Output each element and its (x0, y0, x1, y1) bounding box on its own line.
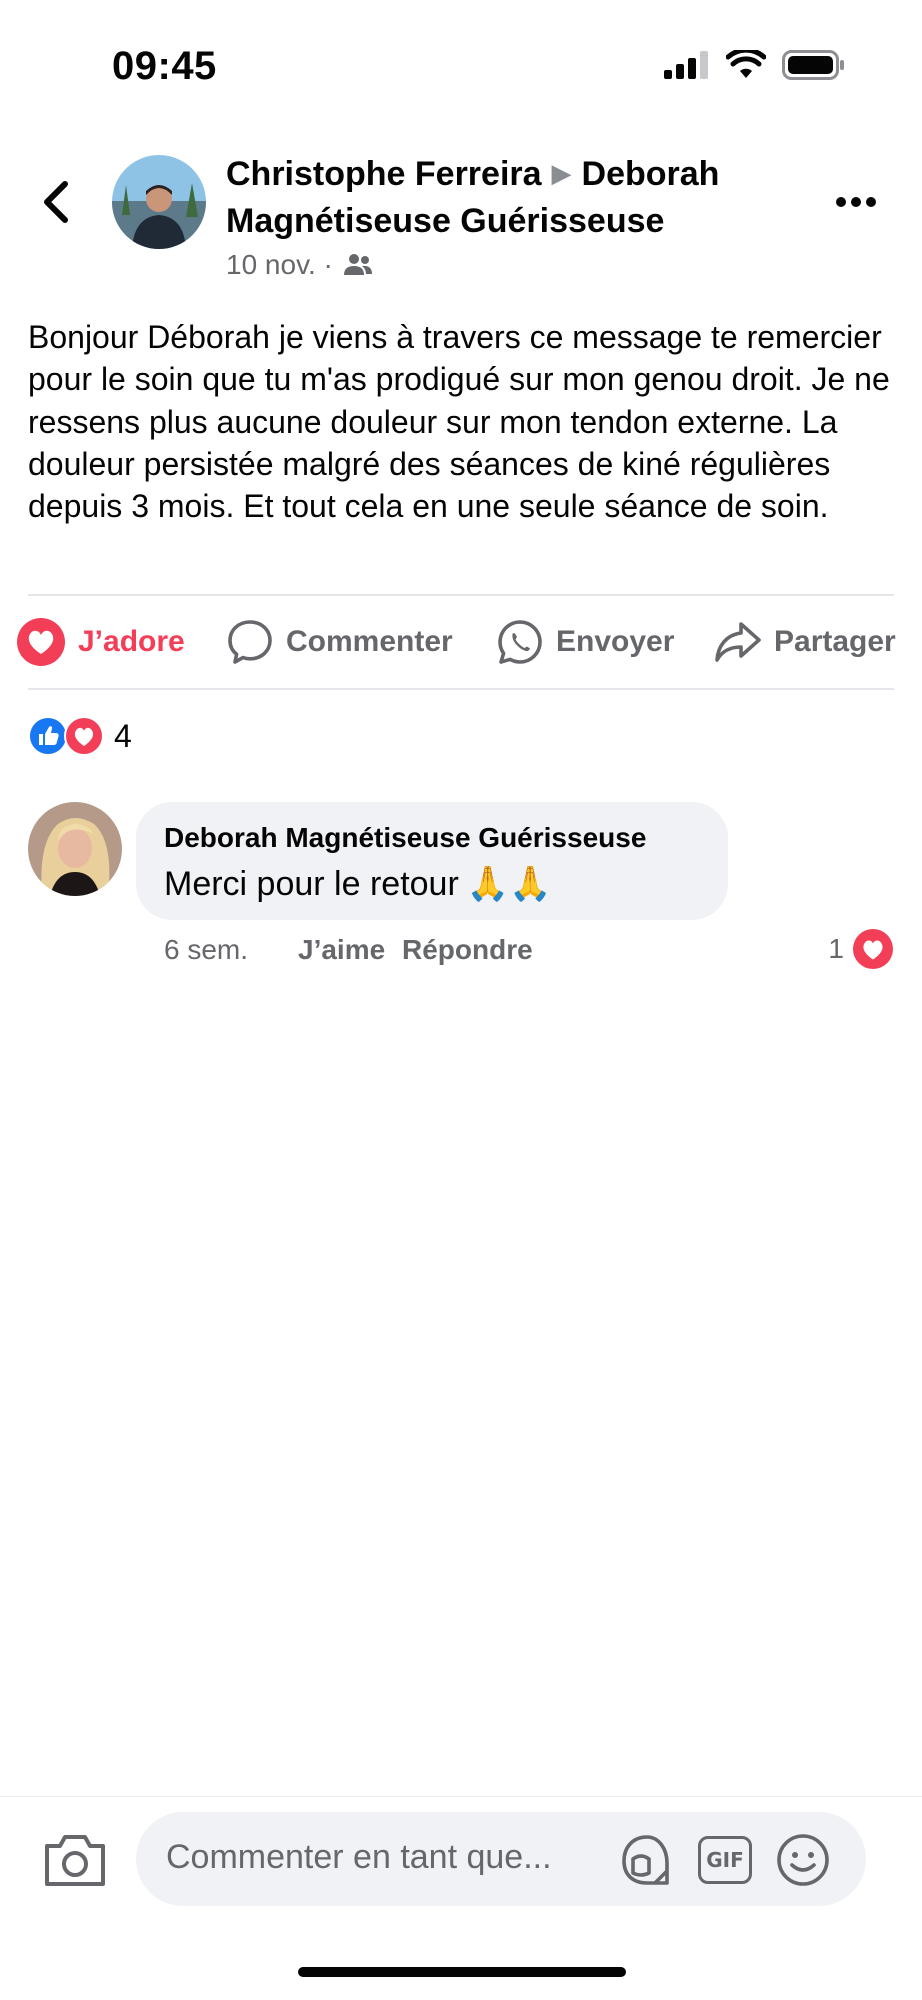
status-icons (664, 50, 846, 80)
heart-reaction-icon (853, 929, 893, 969)
avatar-sticker-icon (622, 1835, 669, 1885)
comment-button[interactable]: Commenter (226, 605, 453, 679)
heart-reaction-icon (17, 618, 65, 666)
share-arrow-icon (715, 622, 761, 662)
back-button[interactable] (30, 172, 82, 232)
share-button[interactable]: Partager (714, 605, 896, 679)
reactions-summary[interactable]: 4 (28, 716, 132, 756)
avatar-sticker-button[interactable] (618, 1832, 676, 1888)
arrow-right-icon: ▶ (551, 158, 572, 188)
author-photo (112, 155, 206, 249)
comment-icon (228, 620, 272, 664)
divider (28, 688, 894, 690)
post-date[interactable]: 10 nov. · (226, 249, 333, 281)
battery-icon (782, 50, 844, 80)
comment-text: Merci pour le retour 🙏🙏 (164, 860, 700, 908)
post-meta: 10 nov. · (226, 249, 806, 281)
post-body: Bonjour Déborah je viens à travers ce me… (28, 319, 890, 525)
comment-input[interactable]: Commenter en tant que... GIF (136, 1812, 866, 1906)
love-label: J’adore (78, 625, 185, 658)
praying-hands-emoji: 🙏🙏 (466, 864, 552, 904)
comment-bubble[interactable]: Deborah Magnétiseuse Guérisseuse Merci p… (136, 802, 728, 920)
gif-icon: GIF (698, 1836, 752, 1884)
status-bar: 09:45 (0, 0, 922, 140)
home-indicator[interactable] (298, 1967, 626, 1977)
send-button[interactable]: Envoyer (496, 605, 674, 679)
comment-time[interactable]: 6 sem. (164, 934, 298, 966)
action-bar: J’adore Commenter Envoyer Partager (0, 605, 922, 679)
post-header: Christophe Ferreira ▶ Deborah Magnétiseuse… (226, 150, 806, 281)
comment-input-placeholder: Commenter en tant que... (166, 1838, 552, 1876)
whatsapp-icon (498, 620, 542, 664)
wifi-icon (726, 50, 766, 78)
author-name[interactable]: Christophe Ferreira (226, 155, 542, 193)
reaction-count: 4 (114, 717, 132, 754)
camera-icon (45, 1835, 105, 1886)
smiley-icon (777, 1834, 829, 1886)
post-title: Christophe Ferreira ▶ Deborah Magnétiseuse… (226, 150, 806, 245)
status-time: 09:45 (112, 44, 217, 88)
more-horizontal-icon (836, 197, 876, 207)
comment-label: Commenter (286, 625, 453, 658)
comment-reply-button[interactable]: Répondre (402, 934, 533, 966)
comment-like-button[interactable]: J’aime (298, 934, 402, 966)
comment-meta: 6 sem. J’aime Répondre (164, 930, 533, 970)
camera-button[interactable] (42, 1830, 108, 1890)
share-label: Partager (774, 625, 896, 658)
more-options-button[interactable] (826, 178, 886, 226)
love-button[interactable]: J’adore (16, 605, 185, 679)
divider (28, 594, 894, 596)
comment-reactions[interactable]: 1 (828, 928, 894, 970)
author-avatar[interactable] (112, 155, 206, 249)
comment-author[interactable]: Deborah Magnétiseuse Guérisseuse (164, 820, 700, 856)
commenter-photo (28, 802, 122, 896)
cellular-signal-icon (664, 51, 708, 79)
send-label: Envoyer (556, 625, 675, 658)
gif-button[interactable]: GIF (696, 1832, 754, 1888)
comment-reaction-count: 1 (828, 933, 844, 964)
emoji-button[interactable] (774, 1832, 832, 1888)
friends-icon (343, 254, 372, 275)
comment-message: Merci pour le retour (164, 865, 459, 903)
love-reaction-icon (64, 716, 104, 756)
chevron-left-icon (44, 181, 68, 223)
commenter-avatar[interactable] (28, 802, 122, 896)
like-reaction-icon (28, 716, 68, 756)
